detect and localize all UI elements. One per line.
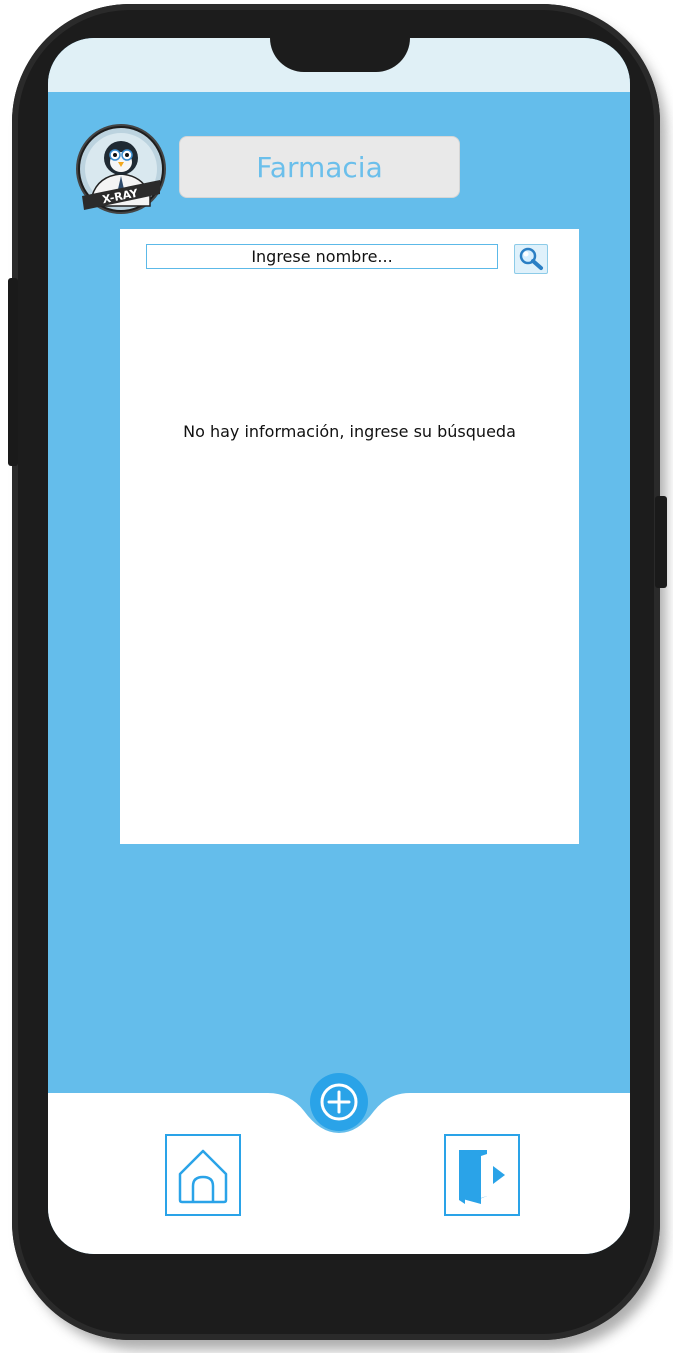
penguin-logo-icon: X-RAY xyxy=(80,128,162,210)
logout-button[interactable] xyxy=(444,1134,520,1216)
search-panel: No hay información, ingrese su búsqueda xyxy=(120,229,579,844)
add-button[interactable] xyxy=(310,1073,368,1131)
header-title-box: Farmacia xyxy=(179,136,460,198)
empty-results-message: No hay información, ingrese su búsqueda xyxy=(183,422,516,441)
app-logo: X-RAY xyxy=(76,124,166,214)
search-icon xyxy=(519,247,543,270)
phone-screen: X-RAY Farmacia No hay información, ingre… xyxy=(48,38,630,1254)
home-icon xyxy=(178,1149,228,1204)
volume-button xyxy=(8,278,18,466)
exit-door-icon xyxy=(459,1150,505,1204)
camera-notch xyxy=(270,38,410,72)
search-input[interactable] xyxy=(146,244,498,269)
page-title: Farmacia xyxy=(256,150,383,184)
power-button xyxy=(655,496,667,588)
search-button[interactable] xyxy=(514,244,548,274)
home-button[interactable] xyxy=(165,1134,241,1216)
plus-icon xyxy=(320,1083,358,1121)
